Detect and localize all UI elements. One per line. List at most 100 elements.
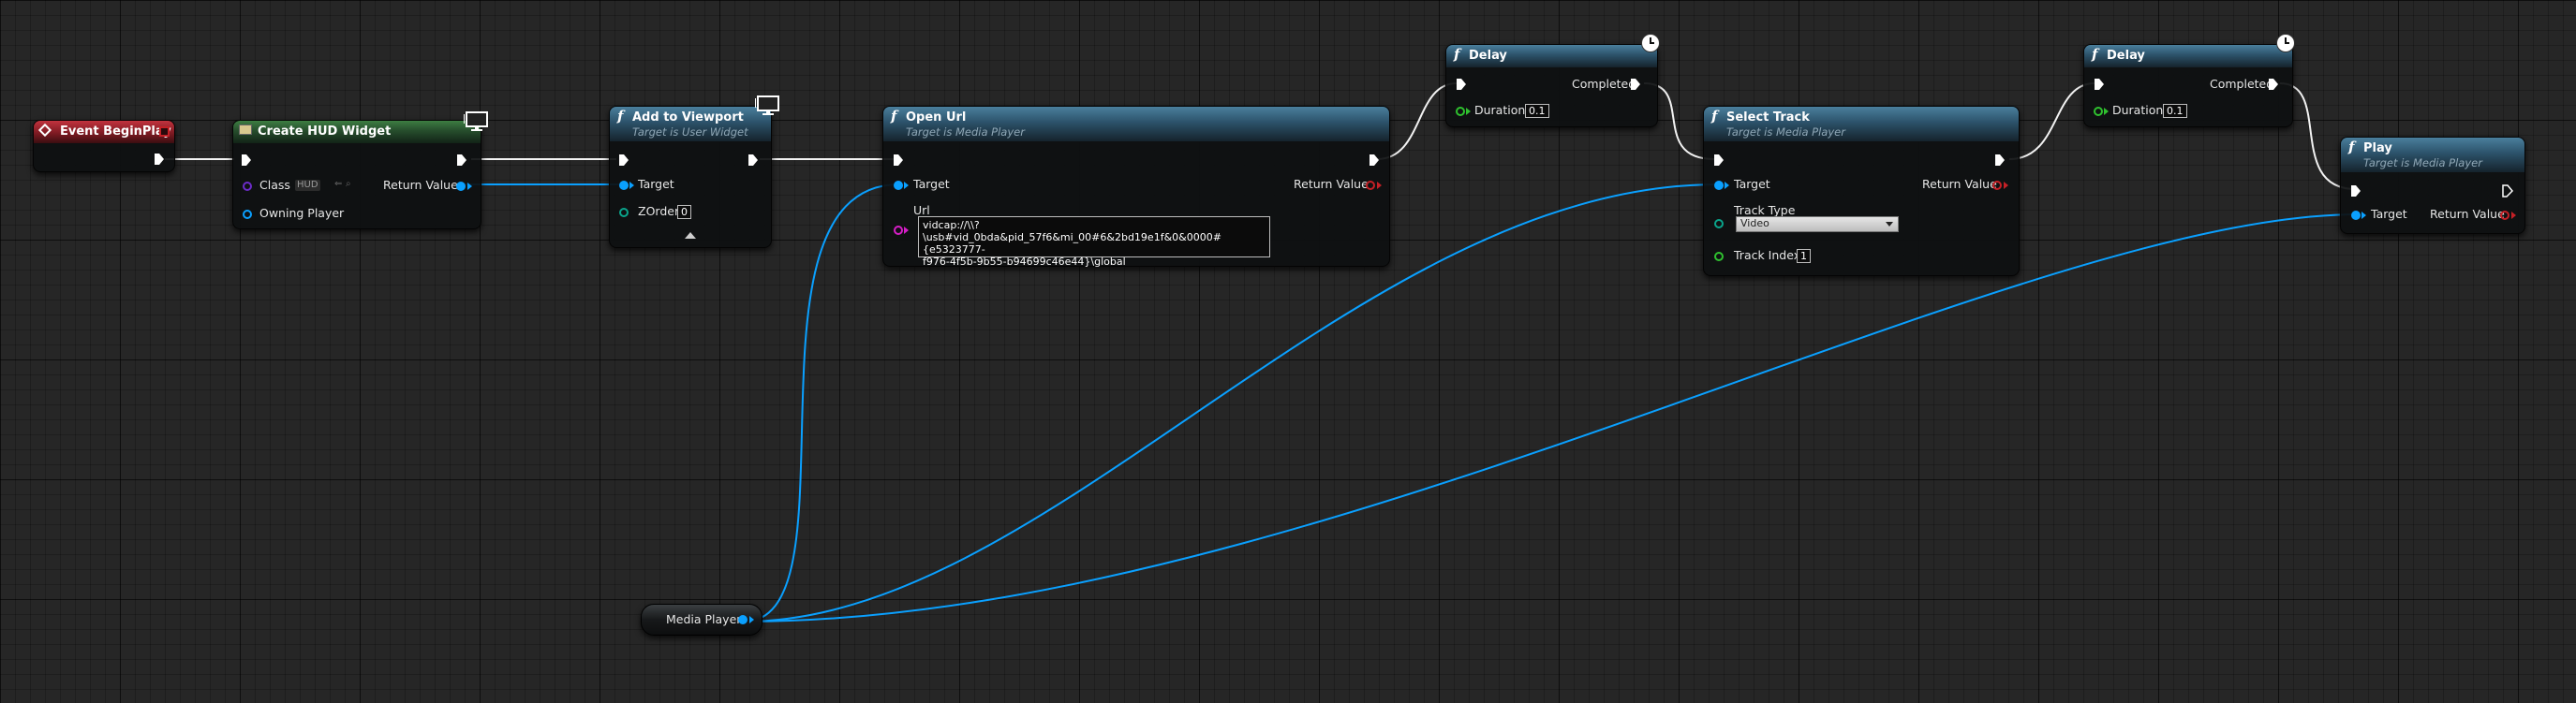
function-icon: f <box>2348 139 2355 155</box>
track-index-pin[interactable] <box>1714 252 1724 261</box>
widget-monitor-icon <box>464 111 488 131</box>
exec-in-pin[interactable] <box>1713 154 1725 167</box>
class-selector[interactable]: HUD <box>295 180 320 191</box>
track-index-label: Track Index <box>1734 248 1801 262</box>
play-node[interactable]: f Play Target is Media Player Target Ret… <box>2340 137 2525 234</box>
track-type-pin[interactable] <box>1714 219 1724 228</box>
pin-arrow-icon <box>904 182 909 189</box>
return-value-label: Return Value <box>383 178 458 192</box>
delegate-pin[interactable] <box>159 126 170 137</box>
target-pin[interactable] <box>894 181 903 190</box>
delay-node[interactable]: f Delay Completed Duration 0.1 <box>1445 34 1660 127</box>
pin-arrow-icon <box>904 227 909 234</box>
return-value-pin[interactable] <box>2500 211 2509 220</box>
pin-arrow-icon <box>2511 212 2516 219</box>
delay-node[interactable]: f Delay Completed Duration 0.1 <box>2083 34 2295 127</box>
owning-player-label: Owning Player <box>259 206 345 220</box>
create-hud-widget-node[interactable]: Create HUD Widget Class HUD ⇐ ⌕ Return V… <box>232 111 488 229</box>
advanced-pins-toggle[interactable] <box>685 232 696 239</box>
completed-exec-pin[interactable] <box>1630 78 1641 91</box>
use-selected-icon[interactable]: ⇐ <box>334 179 342 189</box>
add-to-viewport-header[interactable]: f Add to Viewport Target is User Widget <box>610 107 771 141</box>
exec-wire <box>2008 82 2095 160</box>
target-pin[interactable] <box>619 181 629 190</box>
pin-arrow-icon <box>467 183 472 190</box>
object-wire <box>743 183 900 622</box>
delay-header[interactable]: f Delay <box>1446 45 1657 67</box>
target-pin[interactable] <box>2351 211 2361 220</box>
open-url-node[interactable]: f Open Url Target is Media Player Target… <box>882 106 1390 268</box>
select-track-node[interactable]: f Select Track Target is Media Player Ta… <box>1703 106 2020 276</box>
url-line: \usb#vid_0bda&pid_57f6&mi_00#6&2bd19e1f&… <box>923 231 1221 256</box>
track-type-dropdown[interactable]: Video <box>1736 216 1899 232</box>
event-beginplay-header[interactable]: Event BeginPlay <box>34 121 174 143</box>
duration-input[interactable]: 0.1 <box>2163 104 2187 118</box>
exec-out-pin[interactable] <box>154 153 165 166</box>
duration-pin[interactable] <box>2094 107 2103 116</box>
class-pin[interactable] <box>243 182 252 191</box>
widget-blueprint-icon <box>239 124 252 135</box>
duration-input[interactable]: 0.1 <box>1525 104 1549 118</box>
return-value-pin[interactable] <box>1366 181 1375 190</box>
browse-icon[interactable]: ⌕ <box>346 179 351 189</box>
zorder-input[interactable]: 0 <box>677 205 691 219</box>
completed-label: Completed <box>1572 77 1636 91</box>
media-player-output-pin[interactable] <box>738 615 748 624</box>
exec-out-pin[interactable] <box>1994 154 2006 167</box>
url-line: vidcap://\\? <box>923 219 980 231</box>
url-line: f976-4f5b-9b55-b94699c46e44}\global <box>923 256 1126 268</box>
url-input[interactable]: vidcap://\\? \usb#vid_0bda&pid_57f6&mi_0… <box>918 216 1270 268</box>
owning-player-pin[interactable] <box>243 210 252 219</box>
exec-out-pin[interactable] <box>748 154 759 167</box>
target-label: Target <box>1734 177 1770 191</box>
exec-out-pin[interactable] <box>456 154 467 167</box>
url-label: Url <box>913 203 930 217</box>
open-url-header[interactable]: f Open Url Target is Media Player <box>883 107 1389 141</box>
return-value-label: Return Value <box>1294 177 1369 191</box>
select-track-title: Select Track <box>1726 110 1810 124</box>
return-value-label: Return Value <box>1922 177 1997 191</box>
class-label: Class <box>259 178 290 192</box>
exec-in-pin[interactable] <box>2094 78 2105 91</box>
pin-arrow-icon <box>2004 182 2008 189</box>
add-to-viewport-title: Add to Viewport <box>632 110 744 124</box>
delay-header[interactable]: f Delay <box>2084 45 2292 67</box>
target-label: Target <box>913 177 950 191</box>
function-icon: f <box>891 108 897 124</box>
play-subtitle: Target is Media Player <box>2363 156 2482 169</box>
completed-exec-pin[interactable] <box>2268 78 2279 91</box>
object-wire <box>743 213 2360 622</box>
create-hud-widget-title: Create HUD Widget <box>258 124 392 139</box>
function-icon: f <box>2092 46 2098 63</box>
zorder-pin[interactable] <box>619 208 629 217</box>
function-icon: f <box>617 108 624 124</box>
function-icon: f <box>1454 46 1460 63</box>
open-url-title: Open Url <box>906 110 967 124</box>
return-value-pin[interactable] <box>1992 181 2002 190</box>
pin-arrow-icon <box>1377 182 1382 189</box>
url-pin[interactable] <box>894 226 903 235</box>
duration-pin[interactable] <box>1456 107 1465 116</box>
exec-in-pin[interactable] <box>241 154 252 167</box>
add-to-viewport-node[interactable]: f Add to Viewport Target is User Widget … <box>609 95 779 248</box>
pin-arrow-icon <box>2104 108 2109 115</box>
play-header[interactable]: f Play Target is Media Player <box>2341 138 2524 172</box>
track-type-label: Track Type <box>1734 203 1796 217</box>
widget-monitor-icon <box>755 95 779 115</box>
exec-in-pin[interactable] <box>893 154 904 167</box>
exec-in-pin[interactable] <box>1456 78 1467 91</box>
create-hud-widget-header[interactable]: Create HUD Widget <box>233 121 481 143</box>
pin-arrow-icon <box>749 616 754 623</box>
event-beginplay-node[interactable]: Event BeginPlay <box>33 120 175 172</box>
exec-in-pin[interactable] <box>2350 184 2361 198</box>
exec-out-pin[interactable] <box>2502 184 2513 198</box>
return-value-pin[interactable] <box>456 182 466 191</box>
track-index-input[interactable]: 1 <box>1797 249 1811 263</box>
select-track-header[interactable]: f Select Track Target is Media Player <box>1704 107 2019 141</box>
exec-in-pin[interactable] <box>618 154 629 167</box>
exec-out-pin[interactable] <box>1369 154 1380 167</box>
target-pin[interactable] <box>1714 181 1724 190</box>
return-value-label: Return Value <box>2430 207 2505 221</box>
media-player-variable-node[interactable]: Media Player <box>641 604 762 636</box>
clock-icon <box>2276 34 2295 52</box>
